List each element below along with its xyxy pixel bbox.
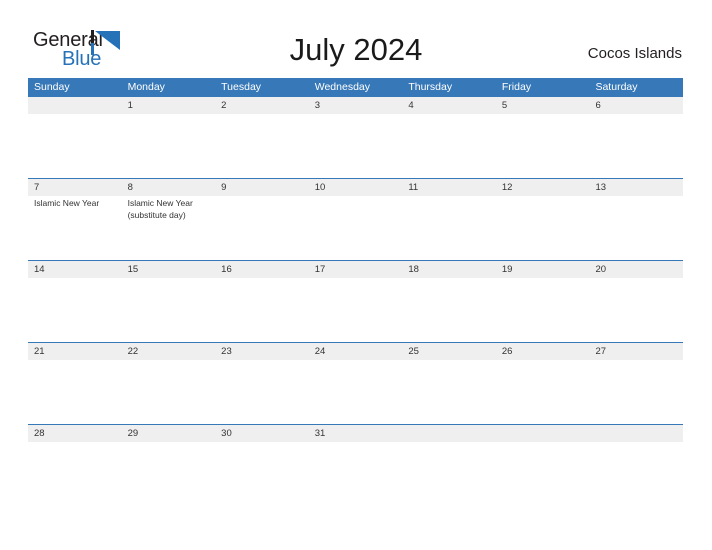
day-events[interactable] [402,442,496,470]
day-events[interactable] [402,278,496,342]
day-events[interactable] [309,442,403,470]
date-number[interactable]: 19 [496,261,590,278]
day-events[interactable] [28,278,122,342]
calendar-grid: Sunday Monday Tuesday Wednesday Thursday… [28,78,683,470]
day-events[interactable] [589,114,683,178]
calendar-week-row: 14 15 16 17 18 19 20 [28,260,683,342]
date-number[interactable]: 27 [589,343,683,360]
day-events[interactable] [215,360,309,424]
calendar-week-row: 7 8 9 10 11 12 13 Islamic New Year Islam… [28,178,683,260]
date-number[interactable]: 14 [28,261,122,278]
day-events[interactable] [402,360,496,424]
day-events[interactable] [215,442,309,470]
day-events[interactable] [28,360,122,424]
day-events[interactable] [496,442,590,470]
date-number[interactable]: 23 [215,343,309,360]
day-events[interactable] [496,196,590,260]
date-number[interactable] [589,425,683,442]
day-events[interactable] [309,196,403,260]
event-label: Islamic New Year [34,198,100,208]
day-events[interactable] [309,114,403,178]
date-number[interactable]: 13 [589,179,683,196]
date-number[interactable]: 30 [215,425,309,442]
weekday-header-wednesday: Wednesday [314,81,370,93]
date-number[interactable]: 28 [28,425,122,442]
date-number[interactable] [496,425,590,442]
region-label: Cocos Islands [587,45,682,62]
date-number[interactable]: 12 [496,179,590,196]
week-date-band: 28 29 30 31 [28,424,683,442]
date-number[interactable]: 11 [402,179,496,196]
week-event-band [28,114,683,178]
date-number[interactable]: 21 [28,343,122,360]
weekday-header-tuesday: Tuesday [221,81,262,93]
week-event-band [28,360,683,424]
day-events[interactable] [215,278,309,342]
calendar-week-row: 21 22 23 24 25 26 27 [28,342,683,424]
date-number[interactable]: 25 [402,343,496,360]
week-event-band: Islamic New Year Islamic New Year (subst… [28,196,683,260]
date-number[interactable]: 5 [496,97,590,114]
day-events[interactable] [496,114,590,178]
weekday-header-friday: Friday [501,81,532,93]
weekday-header-thursday: Thursday [408,81,453,93]
date-number[interactable]: 20 [589,261,683,278]
weekday-header-monday: Monday [127,81,165,93]
date-number[interactable]: 9 [215,179,309,196]
day-events[interactable] [28,114,122,178]
date-number[interactable]: 15 [122,261,216,278]
week-date-band: 21 22 23 24 25 26 27 [28,342,683,360]
day-events[interactable] [122,360,216,424]
calendar-week-row: 1 2 3 4 5 6 [28,96,683,178]
date-number[interactable]: 6 [589,97,683,114]
day-events[interactable]: Islamic New Year [28,196,122,260]
week-date-band: 14 15 16 17 18 19 20 [28,260,683,278]
week-date-band: 1 2 3 4 5 6 [28,96,683,114]
day-events[interactable] [215,196,309,260]
event-label: Islamic New Year (substitute day) [127,198,193,220]
calendar-week-row: 28 29 30 31 [28,424,683,470]
week-date-band: 7 8 9 10 11 12 13 [28,178,683,196]
date-number[interactable]: 10 [309,179,403,196]
day-events[interactable] [402,196,496,260]
weekday-header-sunday: Sunday [34,81,70,93]
date-number[interactable] [402,425,496,442]
date-number[interactable]: 16 [215,261,309,278]
day-events[interactable] [402,114,496,178]
day-events[interactable] [496,278,590,342]
day-events[interactable] [215,114,309,178]
date-number[interactable]: 3 [309,97,403,114]
calendar-page: General Blue July 2024 Cocos Islands Sun… [0,0,712,550]
date-number[interactable]: 22 [122,343,216,360]
date-number[interactable]: 2 [215,97,309,114]
day-events[interactable] [589,442,683,470]
date-number[interactable]: 8 [122,179,216,196]
date-number[interactable]: 24 [309,343,403,360]
weekday-header-saturday: Saturday [595,81,638,93]
day-events[interactable] [589,278,683,342]
date-number[interactable]: 1 [122,97,216,114]
day-events[interactable] [589,360,683,424]
weekday-header-row: Sunday Monday Tuesday Wednesday Thursday… [28,78,683,96]
date-number[interactable]: 7 [28,179,122,196]
page-header: General Blue July 2024 Cocos Islands [0,0,712,78]
day-events[interactable] [589,196,683,260]
day-events[interactable] [496,360,590,424]
date-number[interactable]: 31 [309,425,403,442]
week-event-band [28,442,683,470]
day-events[interactable] [122,114,216,178]
date-number[interactable]: 4 [402,97,496,114]
day-events[interactable] [122,442,216,470]
day-events[interactable]: Islamic New Year (substitute day) [122,196,216,260]
date-number[interactable]: 26 [496,343,590,360]
day-events[interactable] [309,278,403,342]
date-number[interactable] [28,97,122,114]
day-events[interactable] [309,360,403,424]
day-events[interactable] [122,278,216,342]
date-number[interactable]: 17 [309,261,403,278]
date-number[interactable]: 18 [402,261,496,278]
date-number[interactable]: 29 [122,425,216,442]
day-events[interactable] [28,442,122,470]
week-event-band [28,278,683,342]
